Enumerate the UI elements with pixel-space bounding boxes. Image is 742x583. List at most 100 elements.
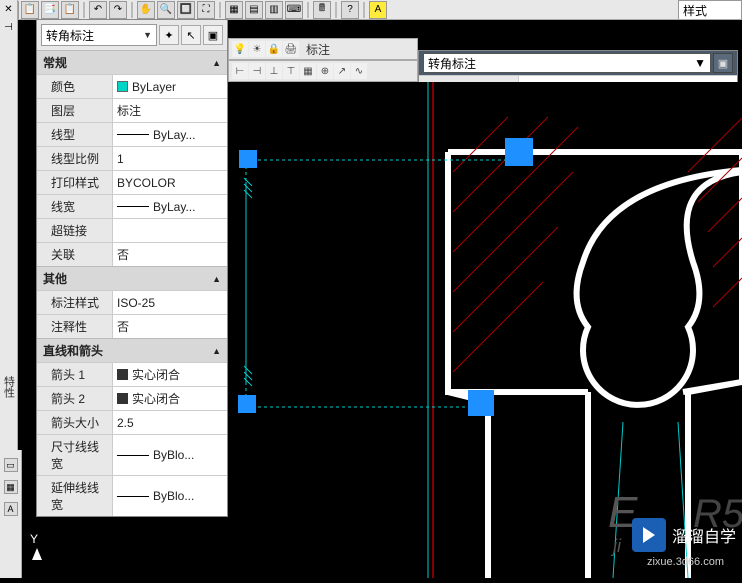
prop-value[interactable] <box>113 219 227 242</box>
close-icon[interactable]: ✕ <box>2 4 16 18</box>
text-style-icon[interactable]: A <box>369 1 387 19</box>
dim-icon[interactable]: ↗ <box>334 63 350 79</box>
prop-value[interactable]: 否 <box>113 315 227 338</box>
prop-value[interactable]: 1 <box>113 147 227 170</box>
prop-row-assoc[interactable]: 关联 否 <box>37 242 227 266</box>
panel-title: 特性 <box>1 376 17 398</box>
prop-row-arrow2[interactable]: 箭头 2 实心闭合 <box>37 386 227 410</box>
prop-row-anno[interactable]: 注释性 否 <box>37 314 227 338</box>
tool-icon[interactable]: ▭ <box>4 458 18 472</box>
prop-value[interactable]: 实心闭合 <box>113 363 227 386</box>
prop-row-arrowsize[interactable]: 箭头大小 2.5 <box>37 410 227 434</box>
prop-value[interactable]: ByLay... <box>113 195 227 218</box>
selection-grip[interactable] <box>468 390 494 416</box>
prop-value[interactable]: BYCOLOR <box>113 171 227 194</box>
selection-grip[interactable] <box>239 150 257 168</box>
prop-row-plotstyle[interactable]: 打印样式 BYCOLOR <box>37 170 227 194</box>
prop-value[interactable]: 标注 <box>113 99 227 122</box>
prop-row-hyperlink[interactable]: 超链接 <box>37 218 227 242</box>
pin-icon[interactable]: ⊣ <box>2 22 16 36</box>
svg-text:ji: ji <box>610 536 622 556</box>
prop-label: 线型比例 <box>37 147 113 170</box>
prop-row-dimstyle[interactable]: 标注样式 ISO-25 <box>37 290 227 314</box>
object-type-dropdown[interactable]: 转角标注 ▼ <box>423 53 711 73</box>
help-icon[interactable]: ? <box>341 1 359 19</box>
group-title: 其他 <box>43 270 67 287</box>
prop-row-dimlw[interactable]: 尺寸线线宽 ByBlo... <box>37 434 227 475</box>
pan-icon[interactable]: ✋ <box>137 1 155 19</box>
prop-value[interactable]: ISO-25 <box>113 291 227 314</box>
tool-icon[interactable]: 📋 <box>21 1 39 19</box>
dim-icon[interactable]: ▦ <box>300 63 316 79</box>
dim-icon[interactable]: ⊢ <box>232 63 248 79</box>
prop-value[interactable]: ByLayer <box>113 75 227 98</box>
prop-row-linetype[interactable]: 线型 ByLay... <box>37 122 227 146</box>
prop-label: 延伸线线宽 <box>37 476 113 516</box>
group-general-header[interactable]: 常规 ▲ <box>37 50 227 74</box>
lock-icon[interactable]: 🔒 <box>266 41 282 57</box>
left-tool-strip: ▭ ▦ A <box>0 450 22 578</box>
redo-icon[interactable]: ↷ <box>109 1 127 19</box>
prop-row-layer[interactable]: 图层 标注 <box>37 98 227 122</box>
options-icon[interactable]: ▣ <box>713 53 733 73</box>
zoom-window-icon[interactable]: 🔲 <box>177 1 195 19</box>
tool-icon[interactable]: ⌨ <box>285 1 303 19</box>
dim-icon[interactable]: ⊤ <box>283 63 299 79</box>
print-icon[interactable]: 🖨 <box>283 41 299 57</box>
object-type-dropdown[interactable]: 转角标注 ▼ <box>41 24 157 46</box>
prop-value[interactable]: ByLay... <box>113 123 227 146</box>
undo-icon[interactable]: ↶ <box>89 1 107 19</box>
tool-icon[interactable]: 📋 <box>61 1 79 19</box>
select-objects-icon[interactable]: ↖ <box>181 25 201 45</box>
prop-row-lineweight[interactable]: 线宽 ByLay... <box>37 194 227 218</box>
layer-name[interactable]: 标注 <box>306 41 330 58</box>
prop-value[interactable]: 2.5 <box>113 411 227 434</box>
dim-icon[interactable]: ⊥ <box>266 63 282 79</box>
selection-grip[interactable] <box>238 395 256 413</box>
tool-icon[interactable]: ▥ <box>265 1 283 19</box>
prop-row-color[interactable]: 颜色 ByLayer <box>37 74 227 98</box>
style-label: 样式 <box>683 2 707 19</box>
lineweight-preview-icon <box>117 206 149 207</box>
calc-icon[interactable]: 🖩 <box>313 1 331 19</box>
separator <box>83 2 85 18</box>
zoom-icon[interactable]: 🔍 <box>157 1 175 19</box>
prop-label: 尺寸线线宽 <box>37 435 113 475</box>
chevron-down-icon: ▼ <box>143 30 152 40</box>
prop-row-ltscale[interactable]: 线型比例 1 <box>37 146 227 170</box>
sun-icon[interactable]: ☀ <box>249 41 265 57</box>
prop-value[interactable]: 实心闭合 <box>113 387 227 410</box>
prop-row-arrow1[interactable]: 箭头 1 实心闭合 <box>37 362 227 386</box>
arrow-preview-icon <box>117 393 128 404</box>
collapse-icon: ▲ <box>212 274 221 284</box>
prop-label: 箭头 1 <box>37 363 113 386</box>
ucs-icon: Y <box>30 532 42 560</box>
prop-value[interactable]: 否 <box>113 243 227 266</box>
tool-icon[interactable]: 📑 <box>41 1 59 19</box>
dropdown-value: 转角标注 <box>428 55 476 72</box>
quick-select-icon[interactable]: ✦ <box>159 25 179 45</box>
prop-value[interactable]: ByBlo... <box>113 476 227 516</box>
dim-icon[interactable]: ⊣ <box>249 63 265 79</box>
tool-icon[interactable]: ▤ <box>245 1 263 19</box>
style-dropdown[interactable]: 样式 <box>678 0 742 20</box>
toggle-pickadd-icon[interactable]: ▣ <box>203 25 223 45</box>
collapse-icon: ▲ <box>212 58 221 68</box>
group-lines-header[interactable]: 直线和箭头 ▲ <box>37 338 227 362</box>
zoom-extents-icon[interactable]: ⛶ <box>197 1 215 19</box>
collapse-icon: ▲ <box>212 346 221 356</box>
group-title: 直线和箭头 <box>43 342 103 359</box>
lineweight-preview-icon <box>117 496 149 497</box>
tool-icon[interactable]: A <box>4 502 18 516</box>
tool-icon[interactable]: ▦ <box>225 1 243 19</box>
top-toolbar: 📄 📋 📑 📋 ↶ ↷ ✋ 🔍 🔲 ⛶ ▦ ▤ ▥ ⌨ 🖩 ? A 样式 <box>0 0 742 20</box>
prop-row-extlw[interactable]: 延伸线线宽 ByBlo... <box>37 475 227 516</box>
group-misc-header[interactable]: 其他 ▲ <box>37 266 227 290</box>
dim-icon[interactable]: ⊕ <box>317 63 333 79</box>
lightbulb-icon[interactable]: 💡 <box>232 41 248 57</box>
selection-grip[interactable] <box>505 138 533 166</box>
tool-icon[interactable]: ▦ <box>4 480 18 494</box>
drawing-canvas[interactable]: E R5 ji <box>228 82 742 578</box>
prop-value[interactable]: ByBlo... <box>113 435 227 475</box>
dim-icon[interactable]: ∿ <box>351 63 367 79</box>
